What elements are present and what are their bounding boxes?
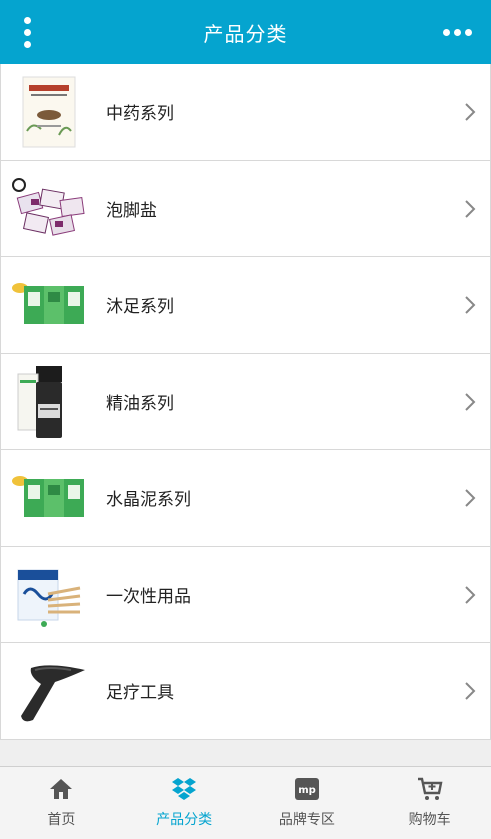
crystal-mud-thumbnail xyxy=(9,458,89,538)
category-label: 水晶泥系列 xyxy=(106,490,191,511)
bottom-tab-bar: 首页 产品分类 mp 品牌专区 购物车 xyxy=(0,766,491,839)
cart-icon xyxy=(417,777,443,800)
tab-product-categories[interactable]: 产品分类 xyxy=(123,767,246,839)
herbal-book-thumbnail xyxy=(9,72,89,152)
category-item-essential-oil[interactable]: 精油系列 xyxy=(0,353,491,450)
tab-label: 品牌专区 xyxy=(278,812,335,828)
category-label: 泡脚盐 xyxy=(106,200,157,221)
top-navigation-bar: 产品分类 xyxy=(0,0,491,64)
chevron-right-icon xyxy=(465,392,476,411)
category-item-foot-soak-salt[interactable]: 泡脚盐 xyxy=(0,160,491,257)
essential-oil-thumbnail xyxy=(9,362,89,442)
tab-label: 购物车 xyxy=(408,812,451,828)
category-item-foot-bath[interactable]: 沐足系列 xyxy=(0,257,491,354)
tab-brand-zone[interactable]: mp 品牌专区 xyxy=(246,767,369,839)
mp-icon: mp xyxy=(294,778,319,800)
foot-tool-thumbnail xyxy=(9,651,89,731)
more-options-icon[interactable] xyxy=(437,16,477,48)
tab-label: 产品分类 xyxy=(156,812,213,828)
category-list: 中药系列 泡脚盐 沐足系列 精油系列 水晶泥系列 一次性用品 足疗工具 xyxy=(0,64,491,740)
chevron-right-icon xyxy=(465,296,476,314)
home-icon xyxy=(50,779,73,799)
menu-icon[interactable] xyxy=(10,12,44,52)
tab-cart[interactable]: 购物车 xyxy=(368,767,491,839)
foot-bath-thumbnail xyxy=(9,265,89,345)
category-item-disposable[interactable]: 一次性用品 xyxy=(0,546,491,643)
category-label: 中药系列 xyxy=(106,104,174,125)
page-title: 产品分类 xyxy=(203,21,288,46)
foot-soak-salt-thumbnail xyxy=(9,169,89,249)
chevron-right-icon xyxy=(465,585,476,604)
category-item-crystal-mud[interactable]: 水晶泥系列 xyxy=(0,450,491,547)
chevron-right-icon xyxy=(465,682,476,700)
tab-label: 首页 xyxy=(47,812,76,828)
chevron-right-icon xyxy=(465,103,476,121)
category-item-foot-tool[interactable]: 足疗工具 xyxy=(0,643,491,740)
disposable-thumbnail xyxy=(9,555,89,635)
category-item-herbal[interactable]: 中药系列 xyxy=(0,64,491,161)
category-label: 足疗工具 xyxy=(106,683,174,704)
svg-text:mp: mp xyxy=(298,785,316,796)
category-label: 精油系列 xyxy=(106,393,174,414)
chevron-right-icon xyxy=(465,199,476,218)
dropbox-icon xyxy=(172,778,197,800)
category-label: 一次性用品 xyxy=(106,586,191,607)
tab-home[interactable]: 首页 xyxy=(0,767,123,839)
chevron-right-icon xyxy=(465,489,476,507)
category-label: 沐足系列 xyxy=(106,297,174,318)
